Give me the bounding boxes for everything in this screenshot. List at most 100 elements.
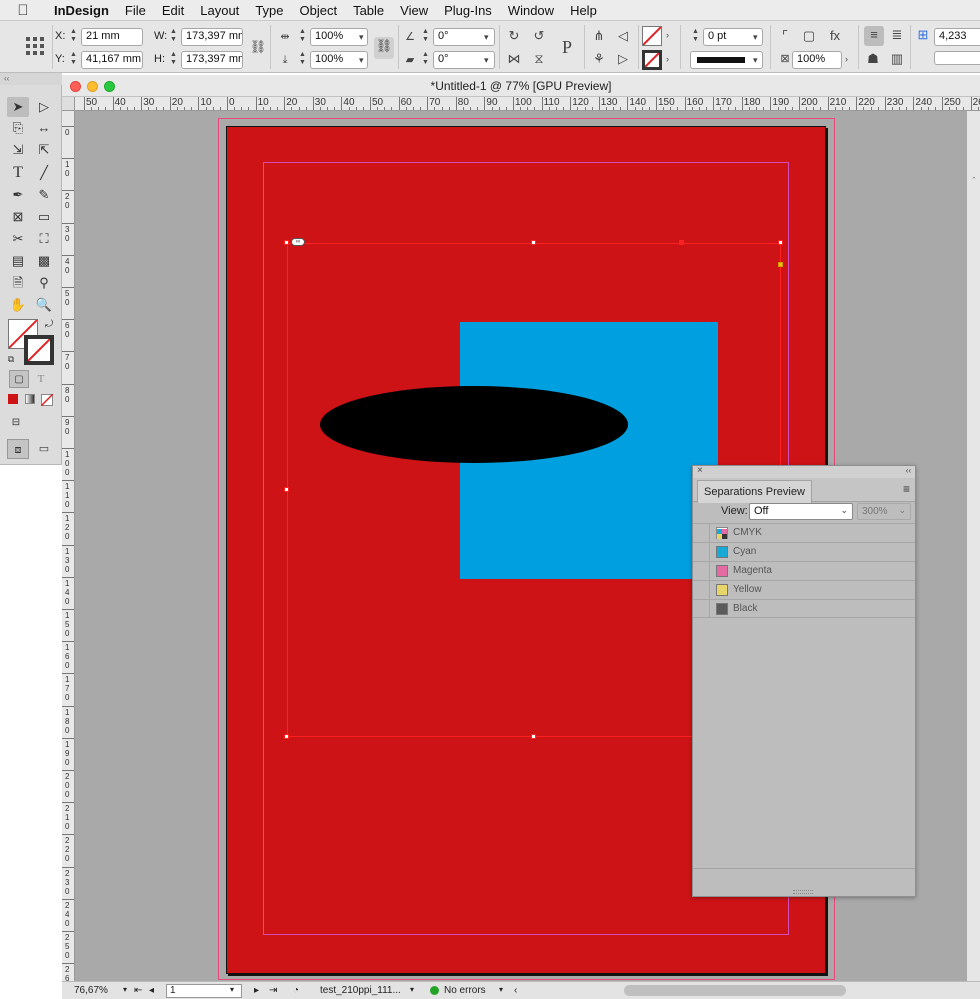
y-stepper[interactable]: ▲ ▼ <box>68 51 79 69</box>
formatting-container-icon[interactable]: ▢ <box>9 370 29 388</box>
first-page-icon[interactable]: ⇤ <box>134 985 142 996</box>
last-page-icon[interactable]: ⇥ <box>269 985 277 996</box>
swap-fill-stroke-icon[interactable]: ⤾ <box>42 315 56 335</box>
next-page-icon[interactable]: ▸ <box>254 985 259 996</box>
flip-vertical-icon[interactable]: ⧖ <box>530 50 548 68</box>
scale-x-stepper[interactable]: ▲ ▼ <box>297 28 308 46</box>
file-name[interactable]: test_210ppi_111... <box>320 985 401 996</box>
view-select[interactable]: Off ⌄ <box>749 503 853 520</box>
stroke-weight-stepper[interactable]: ▲ ▼ <box>690 28 701 46</box>
selection-tool-icon[interactable]: ➤ <box>7 97 29 117</box>
live-corner-handle[interactable] <box>778 262 783 267</box>
menu-edit[interactable]: Edit <box>154 3 192 18</box>
eyedropper-tool-icon[interactable]: ⚲ <box>33 273 55 293</box>
rectangle-frame-tool-icon[interactable]: ⊠ <box>7 207 29 227</box>
apply-color-icon[interactable] <box>6 392 20 406</box>
chevron-down-icon[interactable]: ▾ <box>753 32 758 43</box>
gap-tool-icon[interactable]: ↔ <box>33 118 55 138</box>
ink-row-yellow[interactable]: Yellow <box>693 580 915 599</box>
menu-layout[interactable]: Layout <box>192 3 247 18</box>
panel-resize-grip[interactable] <box>793 890 813 894</box>
previous-page-icon[interactable]: ◂ <box>149 985 154 996</box>
hand-tool-icon[interactable]: ✋ <box>7 295 29 315</box>
formatting-text-icon[interactable]: T <box>31 370 51 388</box>
distribute-icon[interactable]: ⊞ <box>914 26 932 44</box>
visibility-toggle[interactable] <box>693 600 710 618</box>
chevron-down-icon[interactable]: ▾ <box>410 985 414 994</box>
preview-mode-icon[interactable]: ▭ <box>33 439 55 459</box>
menu-type[interactable]: Type <box>247 3 291 18</box>
y-field[interactable]: 41,167 mm <box>81 51 143 69</box>
menu-window[interactable]: Window <box>500 3 562 18</box>
stroke-none-icon[interactable] <box>642 50 662 70</box>
apple-icon[interactable]:  <box>0 2 46 19</box>
chevron-down-icon[interactable]: ▾ <box>359 32 364 43</box>
reference-point-icon[interactable] <box>24 35 46 57</box>
wrap-icon[interactable]: ☗ <box>864 50 882 68</box>
align-center-icon[interactable]: ≣ <box>888 26 906 44</box>
horizontal-ruler[interactable]: 50 40 30 20 10 0 10 20 30 40 50 60 70 80 90 100 110 120 13… <box>75 97 980 111</box>
open-document-icon[interactable]: ◔ <box>293 985 299 996</box>
pencil-tool-icon[interactable]: ✎ <box>33 185 55 205</box>
select-container-icon[interactable]: ⋔ <box>590 27 608 45</box>
constrain-scale-icon[interactable]: ⛓ <box>374 37 394 59</box>
scale-y-stepper[interactable]: ▲ ▼ <box>297 51 308 69</box>
handle-middle-left[interactable] <box>284 487 289 492</box>
align-left-icon[interactable]: ≡ <box>864 26 884 46</box>
menu-help[interactable]: Help <box>562 3 605 18</box>
vertical-ruler[interactable]: 0 1 0 2 0 3 0 4 0 5 0 6 0 7 0 8 0 9 0 1 0 0 1 1 0 1 … <box>62 111 75 981</box>
type-tool-icon[interactable]: T <box>7 163 29 183</box>
handle-top-left[interactable] <box>284 240 289 245</box>
columns-icon[interactable]: ▥ <box>888 50 906 68</box>
gradient-feather-tool-icon[interactable]: ▩ <box>33 251 55 271</box>
screen-mode-icon[interactable]: ⧈ <box>7 439 29 459</box>
collapse-icon[interactable]: ‹‹ <box>906 466 911 475</box>
stroke-swatch-icon[interactable] <box>24 335 54 365</box>
handle-bottom-center[interactable] <box>531 734 536 739</box>
flip-horizontal-icon[interactable]: ⋈ <box>505 50 523 68</box>
content-collector-icon[interactable]: ⇲ <box>7 140 29 160</box>
apply-none-icon[interactable] <box>40 392 54 407</box>
direct-selection-tool-icon[interactable]: ▷ <box>33 97 55 117</box>
w-field[interactable]: 173,397 mm <box>181 28 243 46</box>
visibility-toggle[interactable] <box>693 581 710 599</box>
link-icon[interactable]: ∞ <box>291 238 305 246</box>
chevron-down-icon[interactable]: ▾ <box>123 985 127 994</box>
shear-stepper[interactable]: ▲ ▼ <box>420 51 431 69</box>
chevron-right-icon[interactable]: › <box>666 30 669 40</box>
visibility-toggle[interactable] <box>693 543 710 561</box>
close-icon[interactable]: × <box>697 465 703 476</box>
w-stepper[interactable]: ▲ ▼ <box>168 28 179 46</box>
separation-zoom-select[interactable]: 300% ⌄ <box>857 503 911 520</box>
h-stepper[interactable]: ▲ ▼ <box>168 51 179 69</box>
menu-view[interactable]: View <box>392 3 436 18</box>
rotate-cw-icon[interactable]: ↻ <box>505 27 523 45</box>
tools-panel-grip[interactable]: ‹‹ <box>0 73 62 85</box>
menu-app-name[interactable]: InDesign <box>46 3 117 18</box>
zoom-level[interactable]: 76,67% <box>74 985 108 996</box>
menu-plugins[interactable]: Plug-Ins <box>436 3 500 18</box>
frame-icon[interactable]: ▢ <box>800 27 818 45</box>
chevron-down-icon[interactable]: ▾ <box>484 55 489 66</box>
rotate-ccw-icon[interactable]: ↺ <box>530 27 548 45</box>
spacing-field[interactable]: 4,233 <box>934 28 980 46</box>
select-previous-icon[interactable]: ◁ <box>614 27 632 45</box>
gradient-swatch-tool-icon[interactable]: ▤ <box>7 251 29 271</box>
menu-table[interactable]: Table <box>345 3 392 18</box>
tab-separations-preview[interactable]: Separations Preview <box>697 480 812 503</box>
scissors-tool-icon[interactable]: ✂ <box>7 229 29 249</box>
rotate-stepper[interactable]: ▲ ▼ <box>420 28 431 46</box>
corner-options-icon[interactable]: ⌜ <box>776 27 794 45</box>
ink-row-magenta[interactable]: Magenta <box>693 561 915 580</box>
horizontal-scrollbar-thumb[interactable] <box>624 985 846 996</box>
page-tool-icon[interactable]: ⎘ <box>7 118 29 138</box>
handle-bottom-left[interactable] <box>284 734 289 739</box>
preflight-status[interactable]: No errors <box>444 985 486 996</box>
object-style-field[interactable] <box>934 51 980 65</box>
handle-top-center[interactable] <box>531 240 536 245</box>
handle-rotation-point[interactable] <box>679 240 684 245</box>
scroll-left-icon[interactable]: ‹ <box>514 985 517 996</box>
constrain-proportions-icon[interactable]: ⛓ <box>249 38 267 56</box>
visibility-toggle[interactable] <box>693 524 710 542</box>
chevron-down-icon[interactable]: ▾ <box>499 985 503 994</box>
